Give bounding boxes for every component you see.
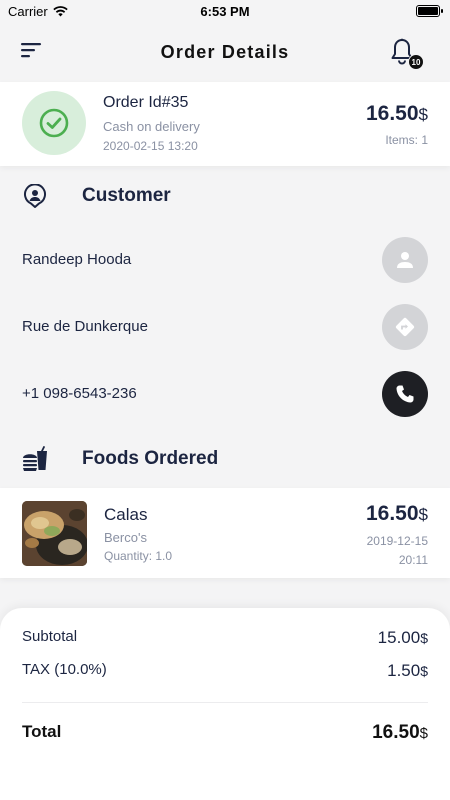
notification-badge: 10 (408, 54, 424, 70)
clock: 6:53 PM (200, 4, 250, 19)
customer-address: Rue de Dunkerque (22, 318, 148, 335)
directions-button[interactable] (382, 304, 428, 350)
fast-food-icon (22, 446, 48, 472)
food-restaurant: Berco's (104, 530, 147, 545)
order-items-count: Items: 1 (385, 133, 428, 147)
battery-icon (416, 5, 443, 17)
subtotal-row: Subtotal 15.00$ (22, 628, 428, 652)
tax-value: 1.50 (387, 661, 421, 680)
food-name: Calas (104, 505, 148, 524)
order-summary-card: Order Id#35 Cash on delivery 2020-02-15 … (0, 82, 450, 166)
totals-divider (22, 702, 428, 703)
nav-bar: Order Details 10 (0, 22, 450, 82)
foods-section-title: Foods Ordered (82, 448, 219, 469)
directions-icon (395, 317, 415, 337)
order-price-currency: $ (418, 105, 428, 124)
total-value: 16.50 (372, 722, 420, 743)
order-price-value: 16.50 (365, 102, 419, 125)
food-item-card[interactable]: Calas Berco's Quantity: 1.0 16.50$ 2019-… (0, 488, 450, 578)
food-order-time: 20:11 (398, 553, 428, 567)
total-currency: $ (419, 725, 428, 742)
customer-section-title: Customer (82, 185, 171, 206)
food-price: 16.50$ (366, 502, 428, 526)
customer-address-row: Rue de Dunkerque (0, 304, 450, 350)
subtotal-currency: $ (420, 630, 428, 646)
subtotal-amount: 15.00$ (378, 628, 428, 648)
page-title: Order Details (160, 42, 290, 62)
food-price-value: 16.50 (365, 502, 419, 525)
totals-panel: Subtotal 15.00$ TAX (10.0%) 1.50$ Total … (0, 608, 450, 800)
food-price-currency: $ (418, 505, 428, 524)
customer-name: Randeep Hooda (22, 251, 132, 268)
order-price: 16.50$ (366, 102, 428, 126)
total-row: Total 16.50$ (22, 722, 428, 746)
total-label: Total (22, 722, 62, 741)
customer-section-header: Customer (22, 183, 171, 209)
customer-profile-button[interactable] (382, 237, 428, 283)
check-circle-icon (39, 108, 69, 138)
order-status-badge (22, 91, 86, 155)
tax-row: TAX (10.0%) 1.50$ (22, 661, 428, 685)
call-button[interactable] (382, 371, 428, 417)
customer-phone: +1 098-6543-236 (22, 385, 137, 402)
tax-label: TAX (10.0%) (22, 661, 107, 678)
food-order-date: 2019-12-15 (366, 534, 428, 548)
food-image (22, 501, 87, 566)
phone-icon (396, 385, 414, 403)
order-id: Order Id#35 (103, 94, 189, 111)
payment-method: Cash on delivery (103, 119, 200, 134)
order-date: 2020-02-15 13:20 (103, 139, 198, 153)
customer-name-row: Randeep Hooda (0, 237, 450, 283)
user-pin-icon (22, 183, 48, 209)
food-order-datetime: 2019-12-15 20:11 (367, 532, 428, 570)
tax-amount: 1.50$ (387, 661, 428, 681)
total-amount: 16.50$ (372, 722, 428, 744)
subtotal-value: 15.00 (377, 628, 421, 647)
notifications-button[interactable]: 10 (390, 38, 424, 70)
subtotal-label: Subtotal (22, 628, 78, 645)
tax-currency: $ (420, 663, 428, 679)
foods-section-header: Foods Ordered (22, 446, 218, 472)
customer-phone-row: +1 098-6543-236 (0, 371, 450, 417)
person-icon (397, 252, 413, 268)
food-quantity: Quantity: 1.0 (104, 549, 173, 563)
status-bar: Carrier 6:53 PM (0, 0, 450, 22)
